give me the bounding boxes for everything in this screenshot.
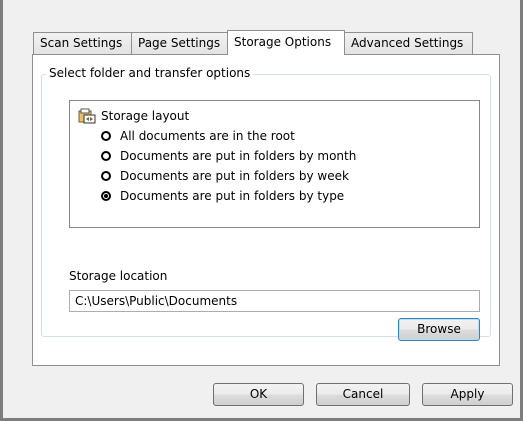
option-by-type[interactable]: Documents are put in folders by type — [101, 189, 344, 203]
option-by-month[interactable]: Documents are put in folders by month — [101, 149, 356, 163]
storage-location-label: Storage location — [69, 269, 168, 283]
dialog-window: Scan Settings Page Settings Storage Opti… — [0, 0, 523, 421]
tab-panel: Select folder and transfer options Stora… — [32, 54, 500, 366]
group-title: Select folder and transfer options — [46, 66, 254, 80]
option-label: Documents are put in folders by month — [120, 149, 357, 163]
tab-page-settings[interactable]: Page Settings — [131, 32, 228, 54]
option-all-in-root[interactable]: All documents are in the root — [101, 129, 295, 143]
storage-location-input[interactable]: C:\Users\Public\Documents — [69, 290, 480, 312]
option-label: Documents are put in folders by type — [120, 189, 345, 203]
tab-scan-settings[interactable]: Scan Settings — [33, 32, 132, 54]
radio-button[interactable] — [101, 151, 111, 161]
radio-button[interactable] — [101, 171, 111, 181]
tree-root-item[interactable]: Storage layout — [78, 108, 189, 124]
tab-storage-options[interactable]: Storage Options — [227, 30, 345, 55]
option-label: Documents are put in folders by week — [120, 169, 349, 183]
cancel-button[interactable]: Cancel — [316, 383, 410, 406]
storage-layout-icon — [78, 108, 96, 124]
ok-button[interactable]: OK — [213, 383, 304, 406]
option-by-week[interactable]: Documents are put in folders by week — [101, 169, 349, 183]
storage-layout-tree[interactable]: Storage layout All documents are in the … — [69, 100, 480, 228]
radio-button[interactable] — [101, 131, 111, 141]
tree-root-label: Storage layout — [101, 109, 190, 123]
tab-advanced-settings[interactable]: Advanced Settings — [344, 32, 473, 54]
option-label: All documents are in the root — [120, 129, 295, 143]
folder-options-group: Select folder and transfer options Stora… — [41, 66, 491, 341]
radio-button-selected[interactable] — [101, 191, 111, 201]
browse-button[interactable]: Browse — [398, 318, 480, 341]
apply-button[interactable]: Apply — [422, 383, 513, 406]
